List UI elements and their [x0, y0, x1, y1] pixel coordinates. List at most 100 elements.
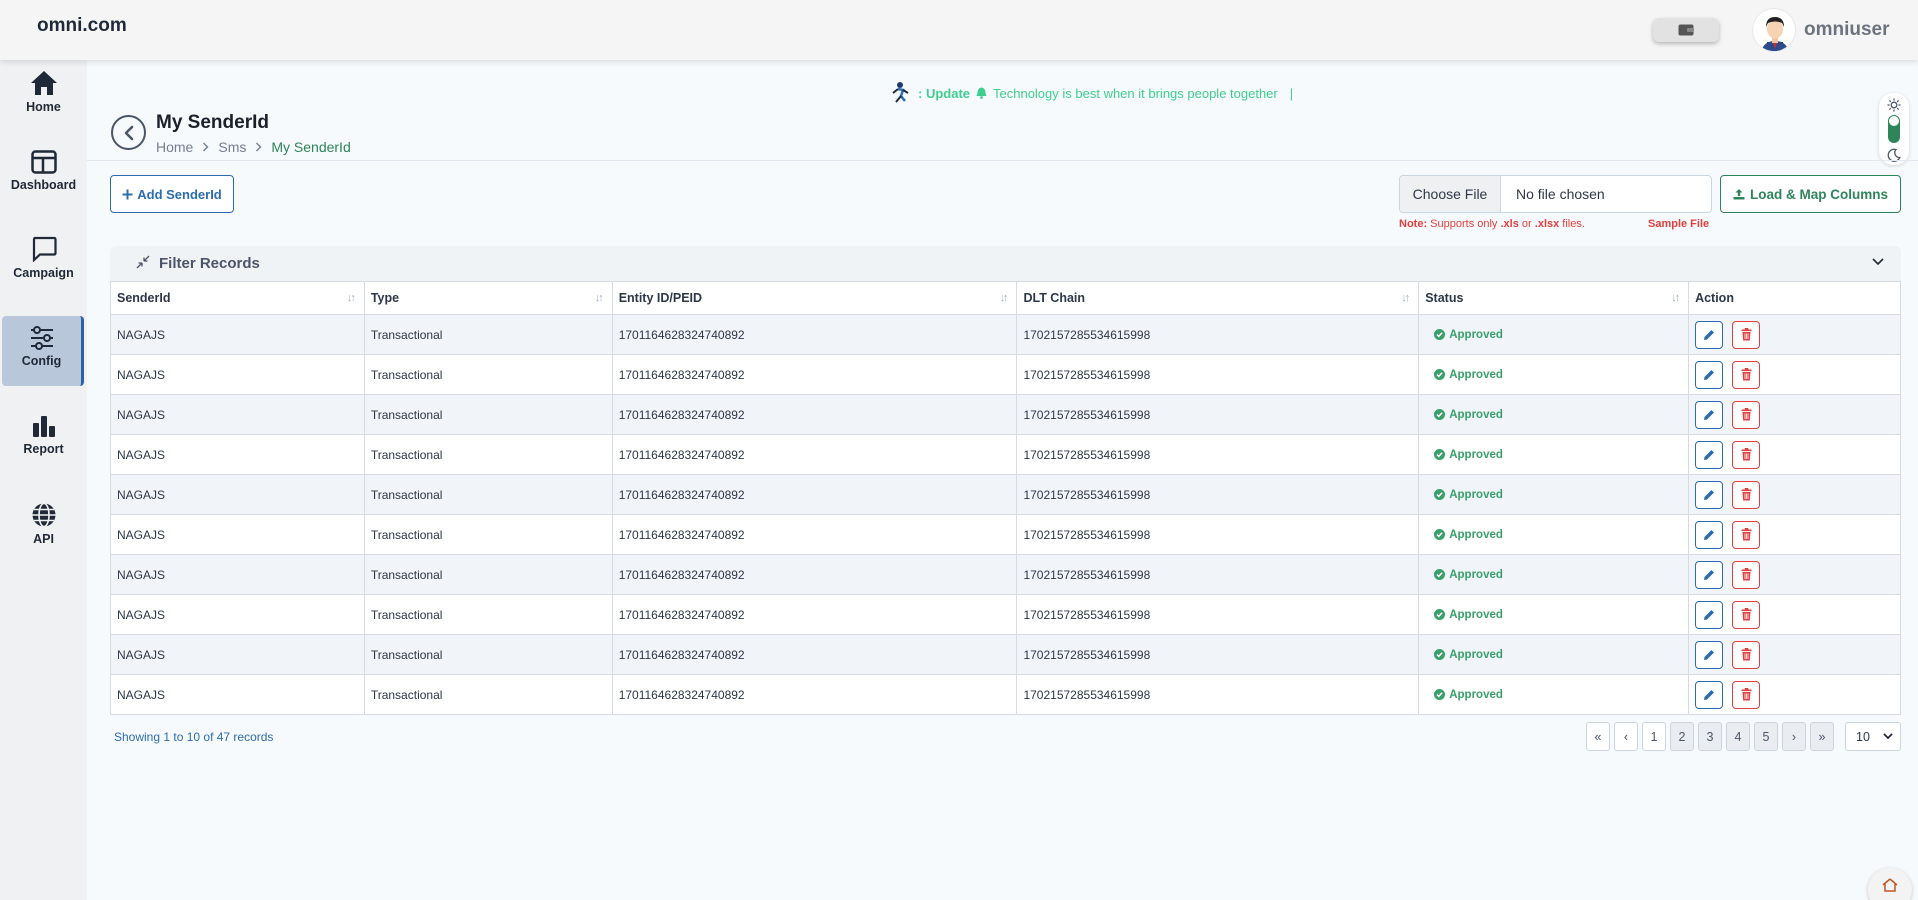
page-1-button[interactable]: 1 — [1642, 722, 1666, 751]
first-page-button[interactable]: « — [1586, 722, 1610, 751]
cell-entity-id: 1701164628324740892 — [611, 634, 1018, 675]
sidebar-item-config[interactable]: Config — [2, 316, 84, 386]
chevron-down-icon[interactable] — [1871, 257, 1885, 267]
cell-type: Transactional — [363, 394, 613, 435]
file-upload-input[interactable]: Choose File No file chosen — [1399, 175, 1712, 213]
edit-button[interactable] — [1695, 680, 1724, 709]
edit-button[interactable] — [1695, 480, 1724, 509]
theme-toggle[interactable] — [1879, 93, 1909, 165]
cell-status: Approved — [1418, 514, 1690, 555]
toggle-knob[interactable] — [1889, 116, 1899, 126]
edit-button[interactable] — [1695, 640, 1724, 669]
table-header-row: SenderId ↓↑ Type ↓↑ Entity ID/PEID ↓↑ DLT C… — [110, 281, 1901, 315]
column-header-dlt-chain[interactable]: DLT Chain ↓↑ — [1016, 281, 1420, 315]
cell-entity-id: 1701164628324740892 — [611, 394, 1018, 435]
breadcrumb-home[interactable]: Home — [156, 139, 193, 155]
brand-logo[interactable]: omni.com — [37, 15, 127, 37]
column-header-entity-id[interactable]: Entity ID/PEID ↓↑ — [611, 281, 1018, 315]
sample-file-link[interactable]: Sample File — [1648, 218, 1709, 230]
column-header-action: Action — [1688, 281, 1901, 315]
column-header-type[interactable]: Type ↓↑ — [363, 281, 613, 315]
column-header-senderid[interactable]: SenderId ↓↑ — [110, 281, 365, 315]
page-2-button[interactable]: 2 — [1670, 722, 1694, 751]
home-fab-button[interactable] — [1868, 868, 1912, 900]
sort-icon[interactable]: ↓↑ — [1671, 292, 1680, 304]
pencil-icon — [1704, 529, 1715, 540]
sort-icon[interactable]: ↓↑ — [999, 292, 1008, 304]
last-page-button[interactable]: » — [1810, 722, 1834, 751]
edit-button[interactable] — [1695, 520, 1724, 549]
column-header-status[interactable]: Status ↓↑ — [1418, 281, 1690, 315]
page-5-button[interactable]: 5 — [1754, 722, 1778, 751]
delete-button[interactable] — [1732, 640, 1761, 669]
status-label: Approved — [1449, 328, 1503, 341]
plus-icon — [122, 189, 133, 199]
globe-icon — [32, 502, 55, 528]
edit-button[interactable] — [1695, 360, 1724, 389]
page-size-select[interactable]: 10 — [1845, 722, 1901, 751]
bar-chart-icon — [32, 416, 55, 437]
sidebar-item-dashboard[interactable]: Dashboard — [0, 150, 87, 208]
status-badge: Approved — [1425, 489, 1682, 501]
avatar[interactable] — [1752, 8, 1796, 52]
status-badge: Approved — [1425, 409, 1682, 421]
table-row: NAGAJS Transactional 1701164628324740892 17… — [110, 434, 1901, 475]
chat-icon — [32, 236, 57, 262]
sun-icon — [1887, 98, 1901, 112]
user-avatar-icon — [1761, 17, 1789, 51]
sort-icon[interactable]: ↓↑ — [1401, 292, 1410, 304]
delete-button[interactable] — [1732, 440, 1761, 469]
cell-senderid: NAGAJS — [110, 474, 365, 515]
check-circle-icon — [1434, 689, 1446, 700]
wallet-button[interactable] — [1653, 18, 1719, 42]
cell-senderid: NAGAJS — [110, 594, 365, 635]
filter-records-bar[interactable]: Filter Records — [110, 246, 1901, 282]
cell-action — [1688, 434, 1901, 475]
cell-dlt-chain: 1702157285534615998 — [1016, 474, 1420, 515]
username[interactable]: omniuser — [1804, 19, 1890, 41]
choose-file-button[interactable]: Choose File — [1400, 176, 1501, 212]
edit-button[interactable] — [1695, 440, 1724, 469]
next-page-button[interactable]: › — [1782, 722, 1806, 751]
delete-button[interactable] — [1732, 360, 1761, 389]
breadcrumb: Home Sms My SenderId — [156, 139, 351, 155]
delete-button[interactable] — [1732, 480, 1761, 509]
delete-button[interactable] — [1732, 600, 1761, 629]
sort-icon[interactable]: ↓↑ — [347, 292, 356, 304]
sidebar-item-home[interactable]: Home — [0, 70, 87, 128]
edit-button[interactable] — [1695, 560, 1724, 589]
page-4-button[interactable]: 4 — [1726, 722, 1750, 751]
pencil-icon — [1704, 409, 1715, 420]
cell-entity-id: 1701164628324740892 — [611, 314, 1018, 355]
delete-button[interactable] — [1732, 320, 1761, 349]
cell-action — [1688, 474, 1901, 515]
sidebar-item-api[interactable]: API — [0, 502, 87, 560]
pencil-icon — [1704, 649, 1715, 660]
cell-dlt-chain: 1702157285534615998 — [1016, 674, 1420, 715]
sidebar-item-report[interactable]: Report — [0, 414, 87, 472]
cell-senderid: NAGAJS — [110, 554, 365, 595]
back-button[interactable] — [111, 115, 146, 150]
breadcrumb-current: My SenderId — [271, 139, 351, 155]
delete-button[interactable] — [1732, 520, 1761, 549]
sort-icon[interactable]: ↓↑ — [595, 292, 604, 304]
load-map-columns-button[interactable]: Load & Map Columns — [1720, 175, 1901, 213]
chevron-right-icon — [203, 142, 209, 152]
cell-senderid: NAGAJS — [110, 674, 365, 715]
edit-button[interactable] — [1695, 400, 1724, 429]
cell-senderid: NAGAJS — [110, 394, 365, 435]
cell-type: Transactional — [363, 314, 613, 355]
breadcrumb-sms[interactable]: Sms — [218, 139, 246, 155]
delete-button[interactable] — [1732, 560, 1761, 589]
page-3-button[interactable]: 3 — [1698, 722, 1722, 751]
delete-button[interactable] — [1732, 680, 1761, 709]
check-circle-icon — [1434, 369, 1446, 380]
table-row: NAGAJS Transactional 1701164628324740892 17… — [110, 474, 1901, 515]
table-row: NAGAJS Transactional 1701164628324740892 17… — [110, 394, 1901, 435]
delete-button[interactable] — [1732, 400, 1761, 429]
edit-button[interactable] — [1695, 320, 1724, 349]
edit-button[interactable] — [1695, 600, 1724, 629]
prev-page-button[interactable]: ‹ — [1614, 722, 1638, 751]
sidebar-item-campaign[interactable]: Campaign — [0, 236, 87, 296]
add-senderid-button[interactable]: Add SenderId — [110, 175, 234, 213]
